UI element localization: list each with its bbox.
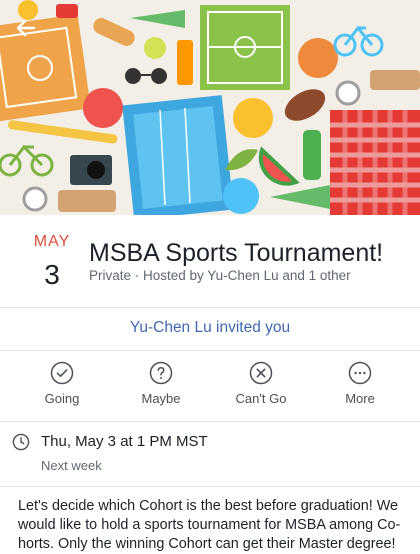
invite-message[interactable]: Yu-Chen Lu invited you — [0, 308, 420, 348]
picnic-blanket-graphic — [330, 110, 420, 215]
date-month: MAY — [33, 233, 71, 250]
more-label: More — [345, 391, 375, 406]
clock-icon — [12, 433, 30, 451]
x-circle-icon — [249, 361, 273, 385]
more-button[interactable]: More — [320, 361, 400, 417]
cover-photo — [0, 0, 420, 215]
maybe-label: Maybe — [141, 391, 181, 406]
tennis-ball-graphic — [144, 37, 166, 59]
divider — [0, 350, 420, 351]
rsvp-actions: Going Maybe Can't Go More — [0, 353, 420, 419]
event-relative-time: Next week — [41, 458, 102, 473]
cant-go-label: Can't Go — [235, 391, 287, 406]
blue-ball-graphic — [223, 178, 259, 214]
cant-go-button[interactable]: Can't Go — [221, 361, 301, 417]
event-header: MAY 3 MSBA Sports Tournament! Private · … — [0, 215, 420, 307]
maybe-button[interactable]: Maybe — [121, 361, 201, 417]
swimming-pool-graphic — [122, 95, 234, 215]
divider — [0, 486, 420, 487]
stopwatch-graphic — [335, 80, 361, 106]
sports-illustration — [0, 0, 420, 215]
stopwatch-graphic-2 — [22, 186, 48, 212]
event-description: Let's decide which Cohort is the best be… — [18, 498, 401, 552]
going-label: Going — [44, 391, 80, 406]
going-button[interactable]: Going — [22, 361, 102, 417]
yellow-ball-graphic — [233, 98, 273, 138]
sandwich-graphic-2 — [370, 70, 420, 90]
soccer-field-graphic — [200, 5, 290, 90]
water-bottle-graphic — [303, 130, 321, 180]
date-day: 3 — [44, 259, 60, 290]
sandwich-graphic — [58, 190, 116, 212]
check-circle-icon — [50, 361, 74, 385]
event-privacy-host[interactable]: Private · Hosted by Yu-Chen Lu and 1 oth… — [89, 268, 351, 283]
red-ball-graphic — [83, 88, 123, 128]
back-arrow-icon[interactable] — [12, 14, 40, 42]
more-dots-icon — [348, 361, 372, 385]
event-datetime: Thu, May 3 at 1 PM MST — [41, 433, 208, 450]
basketball-graphic — [298, 38, 338, 78]
event-time-row[interactable]: Thu, May 3 at 1 PM MST Next week — [0, 425, 420, 485]
divider — [0, 421, 420, 422]
event-title: MSBA Sports Tournament! — [89, 239, 384, 267]
camera-graphic — [70, 155, 112, 185]
sunscreen-graphic — [177, 40, 193, 85]
question-circle-icon — [149, 361, 173, 385]
cup-graphic — [56, 4, 78, 18]
